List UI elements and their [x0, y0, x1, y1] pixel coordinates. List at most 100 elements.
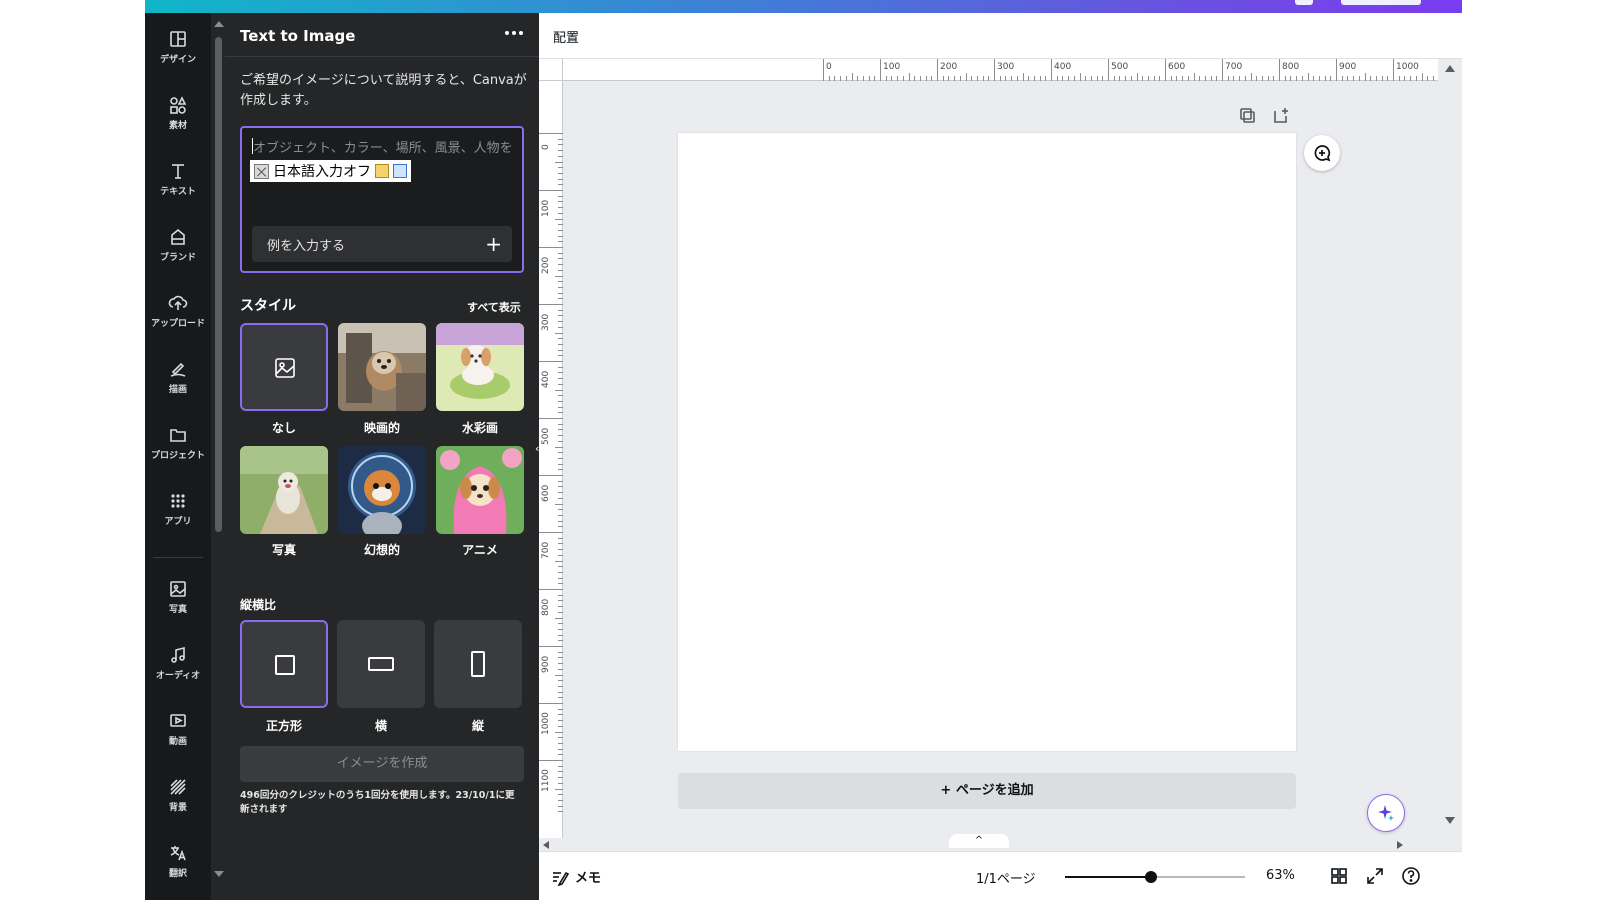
rail-item-audio[interactable]: オーディオ — [145, 633, 211, 693]
design-page[interactable] — [678, 133, 1296, 751]
ruler-tick — [539, 247, 563, 248]
notes-button[interactable]: メモ — [551, 867, 601, 886]
ruler-minor-tick — [555, 389, 563, 391]
ruler-minor-tick — [1381, 76, 1383, 81]
ruler-tick — [1336, 59, 1337, 81]
ruler-minor-tick — [558, 543, 563, 545]
ruler-minor-tick — [931, 76, 933, 81]
share-button[interactable] — [1341, 0, 1421, 5]
ruler-minor-tick — [1273, 76, 1275, 81]
ruler-minor-tick — [555, 788, 563, 790]
ruler-minor-tick — [558, 782, 563, 784]
style-card-none[interactable] — [240, 323, 328, 411]
zoom-level[interactable]: 63% — [1266, 868, 1295, 883]
help-button[interactable] — [1401, 866, 1421, 886]
ime-memo-icon[interactable] — [375, 164, 389, 178]
video-icon — [170, 714, 186, 727]
magic-assistant-button[interactable] — [1367, 794, 1405, 832]
ime-close-icon[interactable] — [254, 163, 269, 179]
ruler-minor-tick — [1410, 76, 1412, 81]
rail-item-brand[interactable]: ブランド — [145, 215, 211, 275]
scroll-up-arrow-icon[interactable] — [214, 21, 224, 27]
scroll-down-arrow-icon[interactable] — [214, 871, 224, 877]
ruler-minor-tick — [555, 275, 563, 277]
rail-item-photos[interactable]: 写真 — [145, 567, 211, 627]
ruler-minor-tick — [558, 514, 563, 516]
more-options-icon[interactable] — [505, 31, 523, 35]
rail-item-draw[interactable]: 描画 — [145, 347, 211, 407]
ruler-minor-tick — [558, 395, 563, 397]
page-count[interactable]: 1/1ページ — [976, 868, 1036, 887]
vertical-ruler[interactable]: 0 100 200 300 400 500 600 700 800 900 1000 1100 — [539, 81, 563, 851]
style-card-watercolor[interactable] — [436, 323, 524, 411]
scroll-left-arrow-icon[interactable] — [543, 841, 549, 849]
ruler-minor-tick — [558, 811, 563, 813]
comment-button[interactable] — [1304, 135, 1340, 171]
photo-icon — [170, 581, 186, 597]
panel-scrollbar[interactable] — [211, 13, 225, 900]
enter-example-button[interactable]: 例を入力する + — [252, 226, 512, 262]
ruler-minor-tick — [555, 503, 563, 505]
ruler-tick — [539, 646, 563, 647]
ruler-minor-tick — [558, 537, 563, 539]
ruler-minor-tick — [1182, 76, 1184, 81]
ruler-tick — [1108, 59, 1109, 81]
position-button[interactable]: 配置 — [553, 27, 579, 46]
rail-item-apps[interactable]: アプリ — [145, 479, 211, 539]
ruler-minor-tick — [558, 144, 563, 146]
create-image-button[interactable]: イメージを作成 — [240, 746, 524, 782]
zoom-slider-knob[interactable] — [1145, 871, 1158, 883]
add-page-button[interactable]: + ページを追加 — [678, 773, 1296, 809]
ruler-minor-tick — [558, 697, 563, 699]
scroll-up-arrow-icon[interactable] — [1445, 65, 1455, 72]
ruler-minor-tick — [558, 680, 563, 682]
rail-item-label: 写真 — [168, 605, 187, 615]
style-card-fantasy[interactable] — [338, 446, 426, 534]
avatar[interactable] — [1295, 0, 1313, 5]
scroll-thumb[interactable] — [215, 37, 222, 532]
ruler-minor-tick — [1011, 76, 1013, 81]
style-card-photo[interactable] — [240, 446, 328, 534]
duplicate-page-icon[interactable] — [1238, 106, 1256, 124]
page-tools — [1238, 106, 1290, 124]
canvas-vertical-scrollbar[interactable] — [1438, 59, 1462, 851]
fullscreen-button[interactable] — [1365, 866, 1385, 886]
style-card-anime[interactable] — [436, 446, 524, 534]
ratio-card-square[interactable] — [240, 620, 328, 708]
see-all-link[interactable]: すべて表示 — [467, 299, 521, 315]
ruler-minor-tick — [558, 640, 563, 642]
ruler-minor-tick — [558, 286, 563, 288]
ime-menu-icon[interactable] — [393, 164, 407, 178]
ruler-tick — [1222, 59, 1223, 81]
prompt-input[interactable]: オブジェクト、カラー、場所、風景、人物を 日本語入力オフ 例を入力する + — [240, 126, 524, 273]
scroll-down-arrow-icon[interactable] — [1445, 817, 1455, 824]
rail-item-text[interactable]: テキスト — [145, 149, 211, 209]
show-pages-button[interactable]: ^ — [949, 834, 1009, 848]
add-page-icon[interactable] — [1272, 106, 1290, 124]
ruler-minor-tick — [1233, 76, 1235, 81]
rail-item-design[interactable]: デザイン — [145, 17, 211, 77]
rail-item-projects[interactable]: プロジェクト — [145, 413, 211, 473]
rail-item-background[interactable]: 背景 — [145, 765, 211, 825]
horizontal-ruler[interactable]: 010020030040050060070080090010001100 — [563, 59, 1462, 81]
style-label-photo: 写真 — [271, 543, 296, 557]
rail-item-upload[interactable]: アップロード — [145, 281, 211, 341]
ratio-card-landscape[interactable] — [337, 620, 425, 708]
scroll-right-arrow-icon[interactable] — [1397, 841, 1403, 849]
ruler-tick-label: 600 — [1168, 62, 1186, 72]
ruler-minor-tick — [558, 138, 563, 140]
rail-item-video[interactable]: 動画 — [145, 699, 211, 759]
ruler-minor-tick — [558, 554, 563, 556]
ruler-minor-tick — [558, 571, 563, 573]
ratio-card-portrait[interactable] — [434, 620, 522, 708]
ruler-tick-label: 700 — [1225, 62, 1243, 72]
style-card-cinematic[interactable] — [338, 323, 426, 411]
ruler-minor-tick — [1415, 76, 1417, 81]
rail-item-elements[interactable]: 素材 — [145, 83, 211, 143]
ratio-label-square: 正方形 — [265, 719, 302, 733]
ruler-minor-tick — [558, 429, 563, 431]
rail-item-translate[interactable]: 翻訳 — [145, 831, 211, 891]
grid-view-button[interactable] — [1329, 866, 1349, 886]
ruler-minor-tick — [1170, 76, 1172, 81]
zoom-slider[interactable] — [1065, 871, 1245, 883]
